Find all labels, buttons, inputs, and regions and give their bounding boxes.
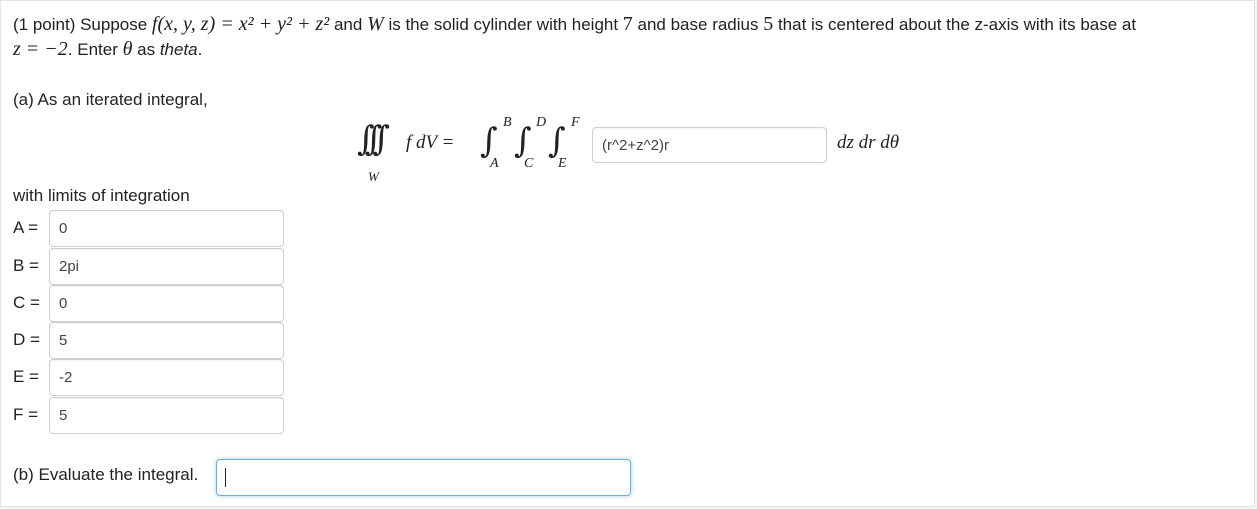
limit-b-input[interactable] (49, 248, 284, 285)
limit-a-input[interactable] (49, 210, 284, 247)
integral-symbol-outer: ∫ (480, 121, 498, 161)
base-equation: z = −2 (13, 38, 68, 60)
integral-symbol-inner: ∫ (548, 121, 566, 161)
period: . (197, 40, 203, 59)
and-text: and (329, 15, 368, 34)
upper-limit-b: B (503, 115, 512, 130)
solid-name: W (367, 13, 384, 35)
description-text-3: that is centered about the z-axis with i… (773, 15, 1137, 34)
text-cursor (225, 468, 226, 487)
as-text: as (132, 40, 160, 59)
problem-statement-line-2: z = −2. Enter θ as theta. (13, 38, 202, 61)
limit-c-input[interactable] (49, 285, 284, 322)
limit-label-c: C = (13, 293, 40, 312)
limit-label-e: E = (13, 367, 39, 386)
height-value: 7 (622, 13, 633, 35)
upper-limit-f: F (571, 115, 580, 130)
problem-panel: (1 point) Suppose f(x, y, z) = x² + y² +… (0, 0, 1255, 507)
limit-label-b: B = (13, 256, 39, 275)
differentials: dz dr dθ (837, 132, 900, 153)
problem-prefix: (1 point) Suppose (13, 15, 152, 34)
limits-label: with limits of integration (13, 186, 190, 205)
enter-text: . Enter (67, 40, 123, 59)
integrand-input[interactable] (592, 127, 827, 163)
problem-statement-line-1: (1 point) Suppose f(x, y, z) = x² + y² +… (13, 13, 1136, 36)
radius-value: 5 (763, 13, 774, 35)
limit-label-d: D = (13, 330, 40, 349)
description-text: is the solid cylinder with height (383, 15, 623, 34)
lower-limit-c: C (524, 156, 534, 171)
description-text-2: and base radius (632, 15, 764, 34)
upper-limit-d: D (536, 115, 547, 130)
limit-label-f: F = (13, 405, 39, 424)
theta-word: theta (159, 40, 198, 59)
triple-integral-region: W (368, 169, 379, 184)
integrand-lhs: f dV = (406, 132, 455, 153)
part-b-label: (b) Evaluate the integral. (13, 465, 199, 484)
limit-label-a: A = (13, 218, 39, 237)
lower-limit-a: A (490, 156, 499, 171)
part-a-label: (a) As an iterated integral, (13, 90, 208, 109)
evaluate-integral-input[interactable] (216, 459, 631, 496)
lower-limit-e: E (558, 156, 567, 171)
integral-symbol-middle: ∫ (514, 121, 532, 161)
limit-d-input[interactable] (49, 322, 284, 359)
theta-symbol: θ (122, 38, 133, 60)
function-definition: f(x, y, z) = x² + y² + z² (151, 13, 330, 35)
limit-f-input[interactable] (49, 397, 284, 434)
limit-e-input[interactable] (49, 359, 284, 396)
triple-integral-symbol: ∫∫∫ (357, 119, 390, 159)
